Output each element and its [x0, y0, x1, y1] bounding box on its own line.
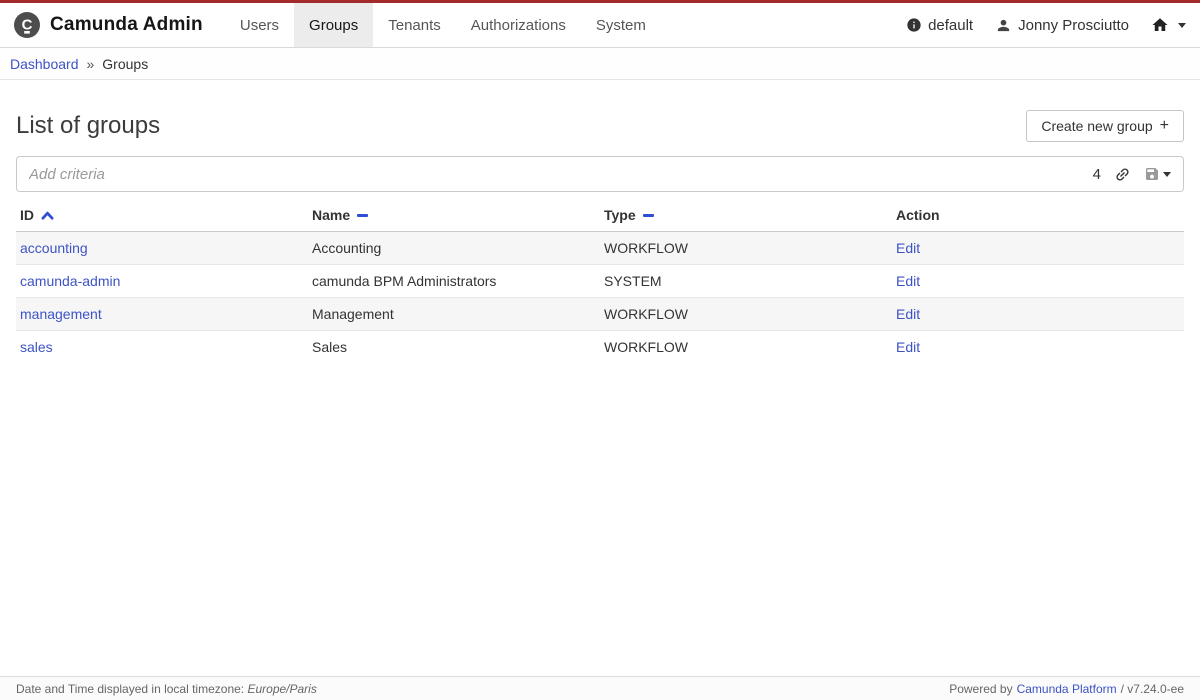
info-icon [906, 17, 922, 33]
breadcrumb: Dashboard » Groups [0, 48, 1200, 80]
timezone-label: Date and Time displayed in local timezon… [16, 682, 244, 696]
brand[interactable]: C Camunda Admin [14, 3, 213, 47]
group-type-cell: WORKFLOW [600, 331, 892, 364]
column-header-action: Action [892, 200, 1184, 232]
version-info: Powered by Camunda Platform / v7.24.0-ee [949, 682, 1184, 696]
main-nav: Users Groups Tenants Authorizations Syst… [225, 3, 661, 47]
breadcrumb-separator: » [87, 56, 95, 72]
user-name: Jonny Prosciutto [1018, 17, 1129, 34]
table-row: sales Sales WORKFLOW Edit [16, 331, 1184, 364]
top-navbar: C Camunda Admin Users Groups Tenants Aut… [0, 3, 1200, 48]
create-button-label: Create new group [1041, 118, 1152, 134]
user-menu[interactable]: Jonny Prosciutto [995, 17, 1129, 34]
groups-table: ID Name Ty [16, 200, 1184, 363]
column-label: Name [312, 207, 350, 223]
table-row: camunda-admin camunda BPM Administrators… [16, 265, 1184, 298]
group-type-cell: WORKFLOW [600, 232, 892, 265]
page-header: List of groups Create new group + [16, 110, 1184, 142]
search-bar-tools: 4 [1093, 166, 1171, 183]
main-content: List of groups Create new group + 4 [0, 110, 1200, 363]
page-title: List of groups [16, 112, 160, 140]
nav-item-groups[interactable]: Groups [294, 3, 373, 47]
save-icon [1144, 166, 1160, 182]
result-count: 4 [1093, 166, 1101, 183]
breadcrumb-dashboard-link[interactable]: Dashboard [10, 56, 79, 72]
group-name-cell: Sales [308, 331, 600, 364]
powered-by-label: Powered by [949, 682, 1012, 696]
group-name-cell: Accounting [308, 232, 600, 265]
table-header-row: ID Name Ty [16, 200, 1184, 232]
column-label: Action [896, 207, 940, 223]
camunda-platform-link[interactable]: Camunda Platform [1017, 682, 1117, 696]
edit-group-link[interactable]: Edit [896, 240, 920, 256]
nav-item-system[interactable]: System [581, 3, 661, 47]
camunda-logo-icon: C [14, 12, 40, 38]
edit-group-link[interactable]: Edit [896, 339, 920, 355]
group-id-link[interactable]: camunda-admin [20, 273, 120, 289]
app-switcher[interactable] [1151, 16, 1186, 34]
sort-none-icon[interactable] [357, 214, 368, 217]
edit-group-link[interactable]: Edit [896, 273, 920, 289]
group-name-cell: camunda BPM Administrators [308, 265, 600, 298]
footer: Date and Time displayed in local timezon… [0, 676, 1200, 700]
engine-name: default [928, 17, 973, 34]
sort-ascending-icon[interactable] [41, 210, 54, 220]
timezone-info: Date and Time displayed in local timezon… [16, 682, 317, 696]
column-label: ID [20, 207, 34, 223]
timezone-value: Europe/Paris [247, 682, 316, 696]
group-id-link[interactable]: accounting [20, 240, 88, 256]
user-icon [995, 17, 1012, 34]
navbar-right: default Jonny Prosciutto [906, 3, 1186, 47]
engine-selector[interactable]: default [906, 17, 973, 34]
create-new-group-button[interactable]: Create new group + [1026, 110, 1184, 142]
save-search-button[interactable] [1144, 166, 1171, 182]
copy-link-button[interactable] [1114, 166, 1131, 183]
column-header-id[interactable]: ID [16, 200, 308, 232]
nav-item-users[interactable]: Users [225, 3, 294, 47]
group-name-cell: Management [308, 298, 600, 331]
group-type-cell: WORKFLOW [600, 298, 892, 331]
table-row: management Management WORKFLOW Edit [16, 298, 1184, 331]
version-label: / v7.24.0-ee [1121, 682, 1184, 696]
column-label: Type [604, 207, 636, 223]
column-header-type[interactable]: Type [600, 200, 892, 232]
edit-group-link[interactable]: Edit [896, 306, 920, 322]
nav-item-authorizations[interactable]: Authorizations [456, 3, 581, 47]
group-id-link[interactable]: management [20, 306, 102, 322]
search-criteria-bar: 4 [16, 156, 1184, 192]
nav-item-tenants[interactable]: Tenants [373, 3, 456, 47]
link-icon [1114, 166, 1131, 183]
group-id-link[interactable]: sales [20, 339, 53, 355]
sort-none-icon[interactable] [643, 214, 654, 217]
home-icon [1151, 16, 1169, 34]
table-row: accounting Accounting WORKFLOW Edit [16, 232, 1184, 265]
app-title: Camunda Admin [50, 14, 203, 36]
plus-icon: + [1160, 120, 1169, 132]
svg-text:C: C [22, 17, 33, 34]
search-input[interactable] [29, 166, 1093, 183]
breadcrumb-current: Groups [102, 56, 148, 72]
chevron-down-icon [1178, 23, 1186, 28]
chevron-down-icon [1163, 172, 1171, 177]
group-type-cell: SYSTEM [600, 265, 892, 298]
column-header-name[interactable]: Name [308, 200, 600, 232]
